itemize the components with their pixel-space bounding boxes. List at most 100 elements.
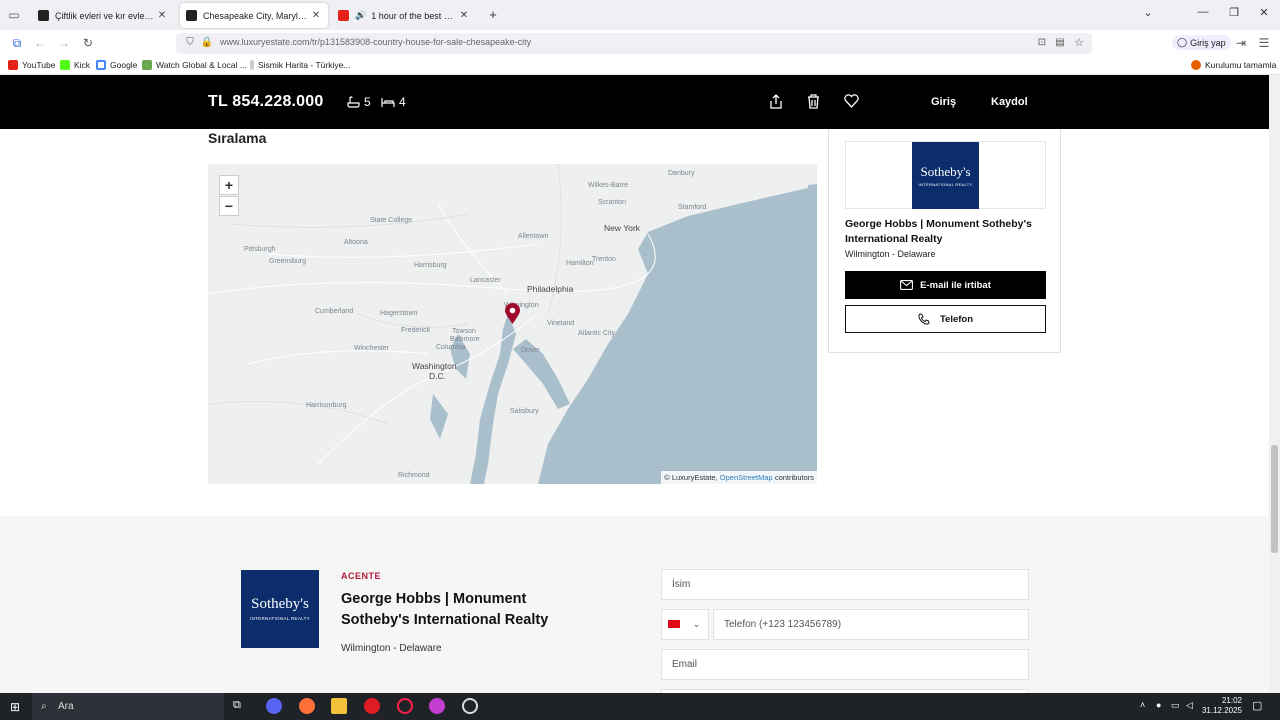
map-label: Salisbury (510, 408, 539, 415)
email-field[interactable]: Email (661, 649, 1029, 680)
firefox-icon[interactable] (299, 698, 315, 714)
google-icon (96, 60, 106, 70)
lock-icon[interactable]: 🔒 (199, 36, 215, 50)
login-link[interactable]: Giriş (931, 96, 956, 108)
phone-field[interactable]: Telefon (+123 123456789) (713, 609, 1029, 640)
agent-logo-frame: Sotheby's INTERNATIONAL REALTY (845, 141, 1046, 209)
map-label: Pittsburgh (244, 246, 276, 253)
scrollbar-thumb[interactable] (1271, 445, 1278, 553)
tab-title: Chesapeake City, Maryland, satı (203, 10, 310, 21)
sidebar-icon[interactable]: ⧉ (9, 36, 25, 50)
map-attribution: © LuxuryEstate, OpenStreetMap contributo… (661, 471, 817, 484)
close-window-icon[interactable]: ✕ (1256, 6, 1272, 19)
reload-icon[interactable]: ↻ (80, 36, 96, 50)
youtube-icon (8, 60, 18, 70)
contact-section: Sotheby's INTERNATIONAL REALTY ACENTE Ge… (0, 516, 1269, 693)
bookmark-watch-global[interactable]: Watch Global & Local ... (142, 60, 247, 70)
tab-ciftlik[interactable]: Çiftlik evleri ve kır evleri satılık A ✕ (32, 3, 174, 28)
share-icon[interactable] (769, 94, 783, 109)
volume-icon[interactable]: ◁ (1186, 700, 1193, 711)
network-icon[interactable]: ▭ (1171, 700, 1180, 711)
extensions-icon[interactable]: ⇥ (1233, 36, 1249, 50)
location-map[interactable]: + − Scranton Wilkes-Barre Danbury Stamfo… (208, 164, 817, 484)
menu-icon[interactable]: ☰ (1256, 36, 1272, 50)
name-field[interactable]: İsim (661, 569, 1029, 600)
bookmark-kick[interactable]: Kick (60, 60, 90, 70)
chrome-icon[interactable] (462, 698, 478, 714)
map-label: Vineland (547, 320, 575, 327)
microphone-icon[interactable]: ● (1156, 700, 1161, 710)
bed-icon (381, 97, 395, 107)
heart-icon[interactable] (844, 94, 859, 108)
discord-icon[interactable] (266, 698, 282, 714)
page-scrollbar[interactable] (1269, 75, 1280, 693)
account-button[interactable]: ◯ Giriş yap (1172, 35, 1231, 50)
map-label: Harrisonburg (306, 402, 347, 409)
forward-icon[interactable]: → (56, 36, 72, 50)
zoom-out-button[interactable]: − (219, 196, 239, 216)
map-label: D.C. (429, 371, 446, 381)
minimize-icon[interactable]: — (1195, 6, 1211, 18)
signup-link[interactable]: Kaydol (991, 96, 1028, 108)
tab-overflow-chevron-icon[interactable]: ⌄ (1140, 6, 1156, 19)
zoom-in-button[interactable]: + (219, 175, 239, 195)
map-label: Frederick (401, 327, 431, 334)
map-label: Baltimore (450, 336, 480, 343)
listing-price: TL 854.228.000 (208, 93, 324, 110)
contact-agent-name[interactable]: George Hobbs | Monument Sotheby's Intern… (341, 589, 591, 631)
phone-contact-button[interactable]: Telefon (845, 305, 1046, 333)
notifications-icon[interactable]: ▢ (1252, 699, 1262, 712)
tray-chevron-icon[interactable]: ˄ (1140, 700, 1145, 710)
email-contact-button[interactable]: E-mail ile irtibat (845, 271, 1046, 299)
map-label: Altoona (344, 239, 368, 246)
address-bar[interactable]: ⛉ 🔒 www.luxuryestate.com/tr/p131583908-c… (176, 33, 1092, 54)
browser-toolbar: ⧉ ← → ↻ ⛉ 🔒 www.luxuryestate.com/tr/p131… (0, 30, 1280, 56)
country-code-select[interactable]: ⌄ (661, 609, 709, 640)
file-explorer-icon[interactable] (331, 698, 347, 714)
opera-gx-icon[interactable] (397, 698, 413, 714)
new-tab-icon[interactable]: + (485, 7, 501, 22)
bookmark-google[interactable]: Google (96, 60, 137, 70)
taskbar-search[interactable]: ⌕ Ara (32, 693, 224, 720)
firefox-alt-icon[interactable] (429, 698, 445, 714)
seismic-icon (250, 60, 254, 70)
restore-icon[interactable]: ❐ (1226, 6, 1242, 19)
back-icon[interactable]: ← (32, 36, 48, 50)
reader-view-icon[interactable]: ▤ (1052, 36, 1068, 50)
bookmarks-bar: YouTube Kick Google Watch Global & Local… (0, 56, 1280, 75)
chevron-down-icon: ⌄ (692, 619, 701, 629)
agent-card: Sotheby's INTERNATIONAL REALTY George Ho… (828, 129, 1061, 353)
bookmark-star-icon[interactable]: ☆ (1071, 36, 1087, 50)
tab-chesapeake[interactable]: Chesapeake City, Maryland, satı ✕ (180, 3, 328, 28)
task-view-icon[interactable]: ⧉ (233, 699, 241, 712)
close-tab-icon[interactable]: ✕ (156, 10, 168, 21)
location-marker-icon[interactable] (504, 303, 521, 325)
openstreetmap-link[interactable]: OpenStreetMap (720, 473, 773, 482)
translate-icon[interactable]: ⊡ (1034, 36, 1050, 50)
tracking-shield-icon[interactable]: ⛉ (182, 36, 198, 50)
tv-icon (142, 60, 152, 70)
trash-icon[interactable] (807, 94, 820, 109)
map-label: Greensburg (269, 258, 306, 265)
map-label: New York (604, 223, 640, 233)
close-tab-icon[interactable]: ✕ (458, 10, 470, 21)
opera-icon[interactable] (364, 698, 380, 714)
bookmark-youtube[interactable]: YouTube (8, 60, 55, 70)
tab-youtube[interactable]: 🔊 1 hour of the best Christma ✕ (332, 3, 476, 28)
bookmark-setup[interactable]: Kurulumu tamamla (1191, 60, 1276, 70)
bathtub-icon (347, 96, 360, 108)
search-icon: ⌕ (41, 701, 47, 712)
bookmark-sismik[interactable]: Sismik Harita - Türkiye... (250, 60, 350, 70)
tab-list-icon[interactable]: ▭ (6, 8, 22, 22)
windows-start-icon[interactable]: ⊞ (10, 700, 20, 714)
contact-agent-location: Wilmington - Delaware (341, 643, 442, 654)
close-tab-icon[interactable]: ✕ (310, 10, 322, 21)
firefox-icon (1191, 60, 1201, 70)
map-label: Allentown (518, 233, 549, 240)
agent-name[interactable]: George Hobbs | Monument Sotheby's Intern… (845, 217, 1050, 247)
system-clock[interactable]: 21:02 31.12.2025 (1198, 696, 1242, 716)
phone-icon (918, 313, 930, 325)
sothebys-logo: Sotheby's INTERNATIONAL REALTY (912, 142, 979, 209)
audio-playing-icon[interactable]: 🔊 (355, 10, 366, 21)
map-label: Wilkes-Barre (588, 182, 629, 189)
